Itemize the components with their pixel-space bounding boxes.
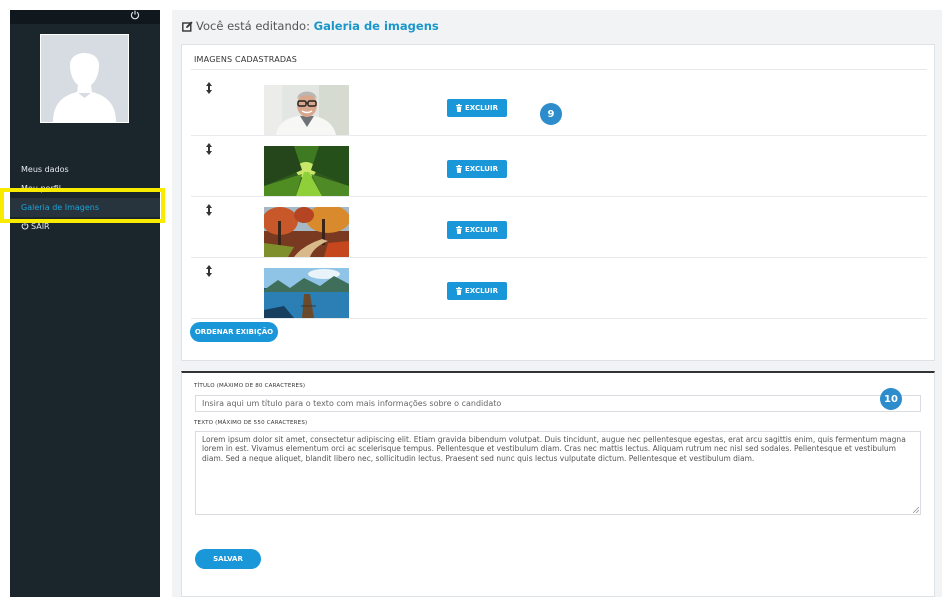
sidebar: Meus dados Meu perfil Galeria de Imagens… — [10, 10, 160, 597]
page-title: Você está editando: Galeria de imagens — [182, 18, 439, 34]
edit-icon — [182, 21, 193, 32]
trash-icon — [456, 287, 463, 295]
drag-handle-icon[interactable] — [205, 265, 213, 277]
sidebar-item-label: SAIR — [31, 222, 50, 231]
delete-button-label: EXCLUIR — [465, 226, 498, 234]
gallery-thumbnail — [264, 146, 349, 196]
trash-icon — [456, 165, 463, 173]
gallery-row: EXCLUIR — [191, 258, 927, 319]
delete-button[interactable]: EXCLUIR — [447, 221, 507, 239]
resize-handle-icon[interactable] — [913, 507, 919, 513]
gallery-thumbnail — [264, 85, 349, 135]
trash-icon — [456, 226, 463, 234]
order-button[interactable]: ORDENAR EXIBIÇÃO — [190, 322, 278, 342]
gallery-row: EXCLUIR — [191, 136, 927, 197]
delete-button-label: EXCLUIR — [465, 104, 498, 112]
highlight-box — [0, 188, 165, 223]
delete-button-label: EXCLUIR — [465, 165, 498, 173]
text-field-label: TEXTO (MÁXIMO DE 550 CARACTERES) — [194, 420, 308, 426]
gallery-thumbnail — [264, 268, 349, 318]
page-title-section: Galeria de imagens — [313, 19, 439, 33]
drag-handle-icon[interactable] — [205, 204, 213, 216]
delete-button-label: EXCLUIR — [465, 287, 498, 295]
avatar-placeholder-icon — [41, 35, 128, 122]
callout-badge: 10 — [880, 388, 902, 410]
gallery-thumbnail — [264, 207, 349, 257]
sidebar-item-label: Meus dados — [21, 165, 69, 174]
sidebar-top-bar — [10, 10, 160, 24]
text-textarea[interactable]: Lorem ipsum dolor sit amet, consectetur … — [195, 431, 921, 515]
sidebar-item-meus-dados[interactable]: Meus dados — [10, 160, 160, 179]
gallery-row: EXCLUIR — [191, 197, 927, 258]
delete-button[interactable]: EXCLUIR — [447, 282, 507, 300]
title-field-label: TÍTULO (MÁXIMO DE 80 CARACTERES) — [194, 383, 306, 389]
main-content: Você está editando: Galeria de imagens I… — [172, 10, 942, 597]
form-card: TÍTULO (MÁXIMO DE 80 CARACTERES) Insira … — [181, 371, 935, 597]
delete-button[interactable]: EXCLUIR — [447, 160, 507, 178]
divider — [191, 69, 927, 70]
power-icon[interactable] — [130, 10, 140, 23]
callout-badge: 9 — [540, 103, 562, 125]
title-input[interactable]: Insira aqui um título para o texto com m… — [195, 395, 921, 412]
gallery-heading: IMAGENS CADASTRADAS — [194, 55, 298, 64]
text-textarea-value: Lorem ipsum dolor sit amet, consectetur … — [202, 435, 906, 463]
delete-button[interactable]: EXCLUIR — [447, 99, 507, 117]
logout-power-icon — [21, 222, 29, 230]
trash-icon — [456, 104, 463, 112]
avatar — [40, 34, 129, 123]
page-title-prefix: Você está editando: — [196, 19, 310, 33]
gallery-card: IMAGENS CADASTRADAS EXCLUIR EXCLUIR EXCL… — [181, 44, 935, 361]
drag-handle-icon[interactable] — [205, 143, 213, 155]
save-button[interactable]: SALVAR — [195, 549, 261, 569]
drag-handle-icon[interactable] — [205, 82, 213, 94]
